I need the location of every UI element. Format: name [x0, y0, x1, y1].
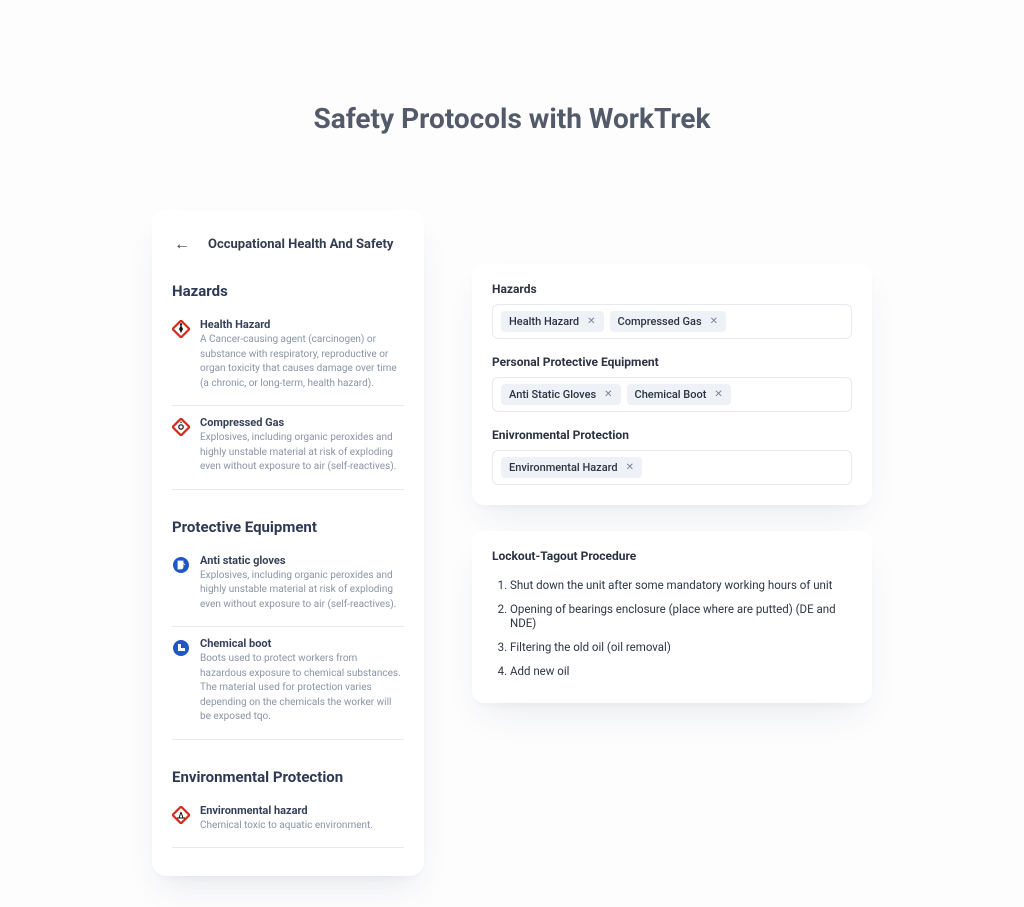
field-label-hazards: Hazards	[492, 282, 852, 296]
chip-label: Health Hazard	[509, 315, 579, 328]
lockout-step: Add new oil	[510, 659, 852, 683]
lockout-step: Shut down the unit after some mandatory …	[510, 573, 852, 597]
chip-health-hazard[interactable]: Health Hazard ✕	[501, 311, 604, 332]
chip-label: Chemical Boot	[635, 388, 707, 401]
card-title: Occupational Health And Safety	[208, 237, 393, 252]
hazards-chip-input[interactable]: Health Hazard ✕ Compressed Gas ✕	[492, 304, 852, 339]
hazard-item-health-hazard[interactable]: Health Hazard A Cancer-causing agent (ca…	[172, 308, 404, 406]
hazard-description: Explosives, including organic peroxides …	[200, 431, 404, 475]
chip-remove-icon[interactable]: ✕	[604, 390, 612, 400]
ppe-name: Chemical boot	[200, 637, 404, 650]
safety-form-card: Hazards Health Hazard ✕ Compressed Gas ✕…	[472, 264, 872, 505]
section-title-ppe: Protective Equipment	[172, 518, 404, 536]
section-title-hazards: Hazards	[172, 282, 404, 300]
hazard-item-compressed-gas[interactable]: Compressed Gas Explosives, including org…	[172, 406, 404, 490]
back-arrow-icon[interactable]: ←	[172, 234, 192, 254]
ppe-chip-input[interactable]: Anti Static Gloves ✕ Chemical Boot ✕	[492, 377, 852, 412]
ppe-glove-icon	[172, 556, 190, 574]
chip-remove-icon[interactable]: ✕	[714, 390, 722, 400]
lockout-step: Filtering the old oil (oil removal)	[510, 635, 852, 659]
lockout-title: Lockout-Tagout Procedure	[492, 549, 852, 563]
chip-remove-icon[interactable]: ✕	[587, 317, 595, 327]
field-label-environmental: Enivronmental Protection	[492, 428, 852, 442]
section-title-environmental: Environmental Protection	[172, 768, 404, 786]
card-header: ← Occupational Health And Safety	[172, 234, 404, 254]
page-title: Safety Protocols with WorkTrek	[0, 0, 1024, 135]
hazard-description: A Cancer-causing agent (carcinogen) or s…	[200, 333, 404, 391]
hazard-name: Health Hazard	[200, 318, 404, 331]
ppe-item-chemical-boot[interactable]: Chemical boot Boots used to protect work…	[172, 627, 404, 740]
ghs-health-hazard-icon	[172, 320, 190, 338]
chip-chemical-boot[interactable]: Chemical Boot ✕	[627, 384, 731, 405]
chip-environmental-hazard[interactable]: Environmental Hazard ✕	[501, 457, 642, 478]
chip-label: Compressed Gas	[618, 315, 702, 328]
lockout-steps-list: Shut down the unit after some mandatory …	[492, 573, 852, 683]
env-item-environmental-hazard[interactable]: Environmental hazard Chemical toxic to a…	[172, 794, 404, 849]
lockout-procedure-card: Lockout-Tagout Procedure Shut down the u…	[472, 531, 872, 703]
ppe-item-anti-static-gloves[interactable]: Anti static gloves Explosives, including…	[172, 544, 404, 628]
env-name: Environmental hazard	[200, 804, 404, 817]
chip-remove-icon[interactable]: ✕	[626, 463, 634, 473]
ppe-boot-icon	[172, 639, 190, 657]
safety-detail-card: ← Occupational Health And Safety Hazards…	[152, 210, 424, 876]
environmental-chip-input[interactable]: Environmental Hazard ✕	[492, 450, 852, 485]
chip-compressed-gas[interactable]: Compressed Gas ✕	[610, 311, 727, 332]
chip-anti-static-gloves[interactable]: Anti Static Gloves ✕	[501, 384, 621, 405]
chip-label: Anti Static Gloves	[509, 388, 596, 401]
ppe-description: Explosives, including organic peroxides …	[200, 569, 404, 613]
lockout-step: Opening of bearings enclosure (place whe…	[510, 597, 852, 635]
chip-label: Environmental Hazard	[509, 461, 618, 474]
ppe-name: Anti static gloves	[200, 554, 404, 567]
chip-remove-icon[interactable]: ✕	[710, 317, 718, 327]
hazard-name: Compressed Gas	[200, 416, 404, 429]
ghs-compressed-gas-icon	[172, 418, 190, 436]
ghs-environmental-icon	[172, 806, 190, 824]
ppe-description: Boots used to protect workers from hazar…	[200, 652, 404, 725]
field-label-ppe: Personal Protective Equipment	[492, 355, 852, 369]
env-description: Chemical toxic to aquatic environment.	[200, 819, 404, 834]
